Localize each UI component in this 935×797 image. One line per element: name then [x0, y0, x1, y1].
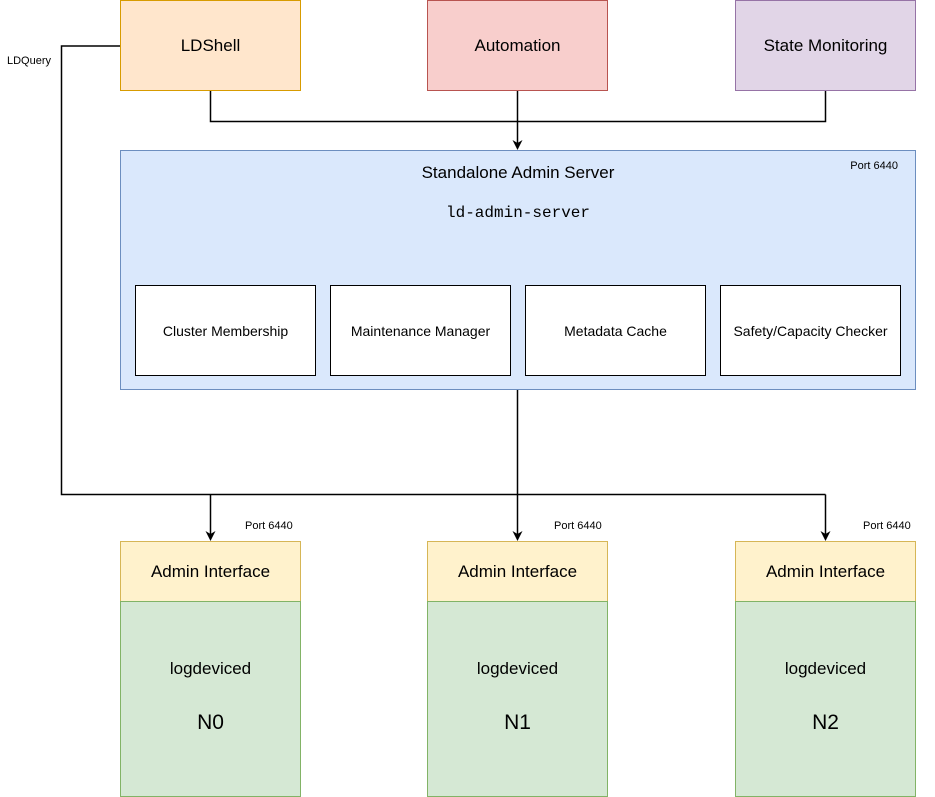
node-n0-logdeviced[interactable]: logdeviced N0	[120, 601, 301, 797]
node-id-label: N0	[197, 711, 224, 734]
automation-label: Automation	[474, 35, 561, 55]
module-label: Maintenance Manager	[350, 322, 491, 339]
node-port-label: Port 6440	[245, 520, 293, 532]
ldquery-label: LDQuery	[7, 55, 52, 67]
node-id-label: N2	[812, 711, 839, 734]
node-port-label: Port 6440	[554, 520, 602, 532]
node-n0-admin-interface[interactable]: Admin Interface	[120, 541, 301, 602]
state-monitoring-label: State Monitoring	[763, 35, 888, 55]
admin-server-title: Standalone Admin Server	[421, 163, 615, 182]
automation-box[interactable]: Automation	[427, 0, 608, 91]
module-label: Metadata Cache	[564, 322, 667, 339]
process-label: logdeviced	[476, 659, 559, 678]
ldshell-box[interactable]: LDShell	[120, 0, 301, 91]
edge-ldshell-to-server	[209, 91, 518, 123]
node-n2-logdeviced[interactable]: logdeviced N2	[735, 601, 916, 797]
server-port-label: Port 6440	[850, 160, 898, 172]
process-label: logdeviced	[784, 659, 867, 678]
ldshell-label: LDShell	[180, 35, 241, 55]
module-safety-capacity-checker[interactable]: Safety/Capacity Checker	[720, 285, 901, 376]
admin-interface-label: Admin Interface	[457, 561, 578, 581]
module-label: Cluster Membership	[162, 322, 289, 339]
module-metadata-cache[interactable]: Metadata Cache	[525, 285, 706, 376]
state-monitoring-box[interactable]: State Monitoring	[735, 0, 916, 91]
node-n1-admin-interface[interactable]: Admin Interface	[427, 541, 608, 602]
edge-server-bus	[516, 390, 826, 496]
node-n1-logdeviced[interactable]: logdeviced N1	[427, 601, 608, 797]
node-n2-admin-interface[interactable]: Admin Interface	[735, 541, 916, 602]
admin-interface-label: Admin Interface	[150, 561, 271, 581]
node-id-label: N1	[504, 711, 531, 734]
module-label: Safety/Capacity Checker	[733, 322, 888, 339]
admin-interface-label: Admin Interface	[765, 561, 886, 581]
node-port-label: Port 6440	[863, 520, 911, 532]
process-label: logdeviced	[169, 659, 252, 678]
admin-server-binary: ld-admin-server	[445, 204, 591, 222]
module-maintenance-manager[interactable]: Maintenance Manager	[330, 285, 511, 376]
module-cluster-membership[interactable]: Cluster Membership	[135, 285, 316, 376]
edge-monitoring-to-server	[517, 91, 827, 123]
